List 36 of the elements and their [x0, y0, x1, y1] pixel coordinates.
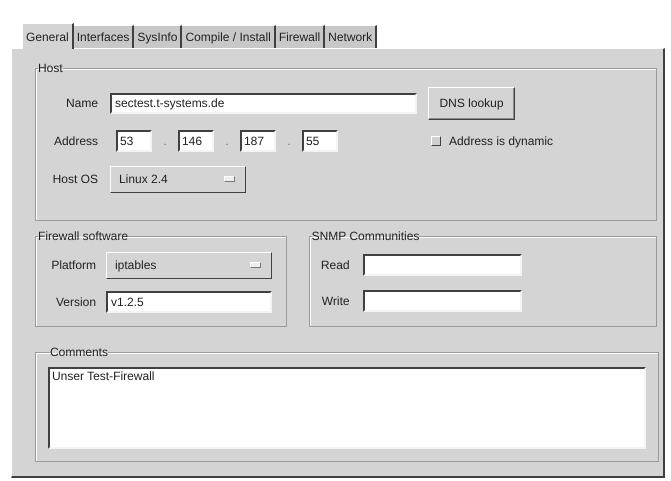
tab[interactable]: Firewall [276, 25, 326, 48]
separator-dot: . [286, 133, 292, 150]
dropdown-indicator-icon [250, 262, 261, 268]
group-title: Firewall software [38, 229, 128, 243]
dns-lookup-button[interactable]: DNS lookup [428, 86, 515, 120]
dropdown[interactable]: Linux 2.4 [110, 166, 246, 192]
tab[interactable]: Network [325, 25, 378, 48]
separator-dot: . [224, 133, 230, 150]
group-title: SNMP Communities [312, 229, 420, 243]
input-field[interactable]: 55 [302, 130, 338, 152]
group-title: Comments [50, 345, 108, 359]
checkbox-label[interactable]: Address is dynamic [449, 132, 554, 150]
tab[interactable]: Interfaces [74, 25, 134, 48]
tab[interactable]: SysInfo [134, 25, 182, 48]
comments-field[interactable]: Unser Test-Firewall [48, 367, 646, 449]
input-field[interactable]: 187 [240, 130, 276, 152]
group-title: Host [38, 61, 63, 75]
input-field[interactable] [362, 290, 522, 312]
field-label: Address [52, 133, 98, 150]
checkbox[interactable] [431, 136, 441, 146]
field-label: Write [320, 293, 350, 310]
field-label: Name [64, 95, 98, 112]
input-field[interactable] [362, 254, 522, 276]
field-label: Read [320, 257, 350, 274]
input-field[interactable]: sectest.t-systems.de [110, 92, 417, 114]
field-label: Host OS [52, 171, 98, 188]
field-label: Platform [50, 257, 96, 274]
input-field[interactable]: 146 [178, 130, 214, 152]
tab[interactable]: Compile / Install [182, 25, 276, 48]
dropdown-indicator-icon [224, 176, 235, 182]
input-field[interactable]: v1.2.5 [106, 291, 272, 313]
field-label: Version [54, 294, 96, 311]
input-field[interactable]: 53 [116, 130, 152, 152]
separator-dot: . [162, 133, 168, 150]
tab[interactable]: General [22, 23, 74, 49]
dropdown[interactable]: iptables [106, 252, 272, 278]
